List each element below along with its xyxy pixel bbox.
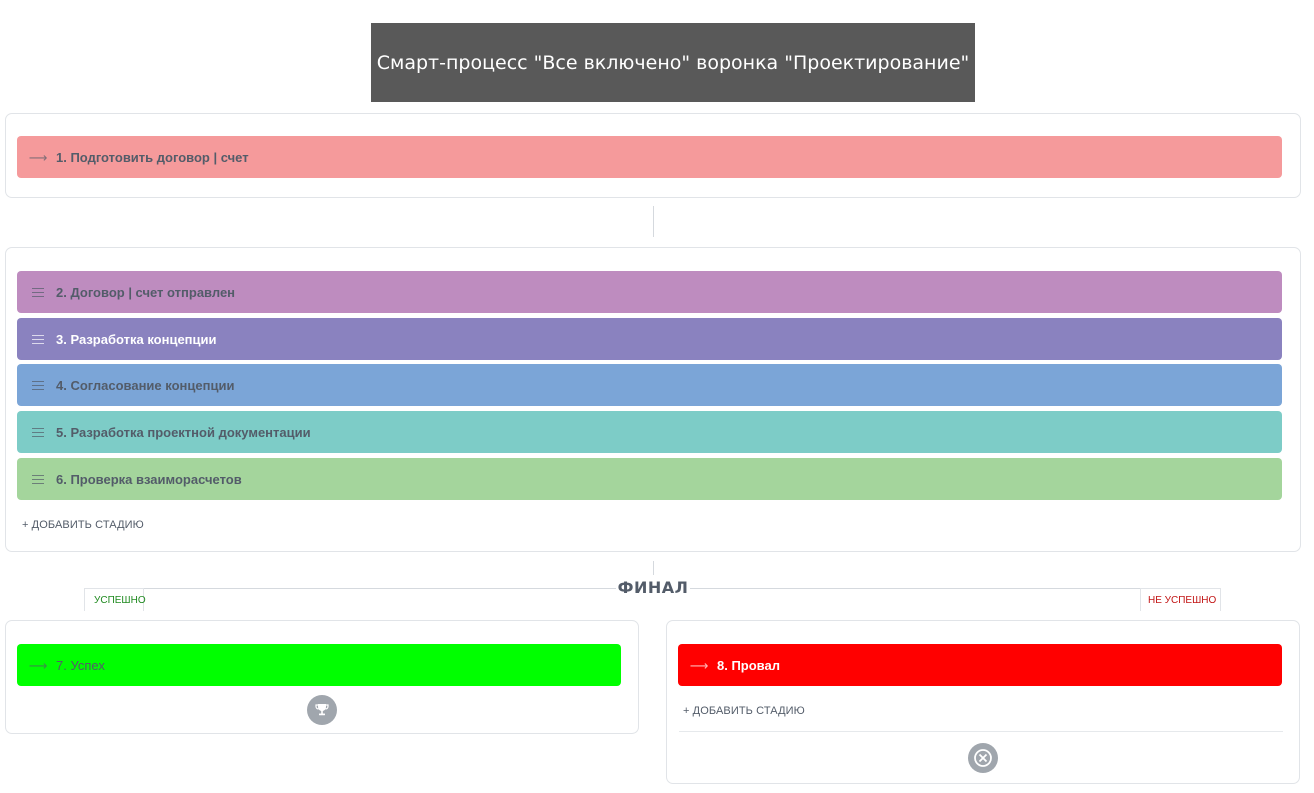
add-fail-stage-button[interactable]: + ДОБАВИТЬ СТАДИЮ [683,705,805,717]
drag-handle-icon[interactable] [31,474,45,484]
success-tab: УСПЕШНО [84,588,146,611]
stage-8[interactable]: ⟶ 8. Провал [678,644,1282,686]
stage-label: 7. Успех [56,657,105,673]
funnel-title: Смарт-процесс "Все включено" воронка "Пр… [371,23,975,102]
trophy-icon [307,695,337,725]
fail-panel: ⟶ 8. Провал + ДОБАВИТЬ СТАДИЮ [666,620,1300,784]
stage-label: 2. Договор | счет отправлен [56,284,236,300]
cross-circle-icon [968,743,998,773]
connector-line [653,561,654,575]
stage-3[interactable]: 3. Разработка концепции [17,318,1282,360]
first-stage-panel: ⟶ 1. Подготовить договор | счет [5,113,1301,198]
drag-handle-icon[interactable] [31,287,45,297]
stage-5[interactable]: 5. Разработка проектной документации [17,411,1282,453]
connector-line [653,206,654,237]
stage-label: 3. Разработка концепции [56,331,217,347]
stage-2[interactable]: 2. Договор | счет отправлен [17,271,1282,313]
drag-handle-icon[interactable] [31,334,45,344]
stage-label: 6. Проверка взаиморасчетов [56,471,242,487]
drag-handle-icon[interactable] [31,427,45,437]
stage-7[interactable]: ⟶ 7. Успех [17,644,621,686]
final-heading: ФИНАЛ [617,578,689,597]
stage-label: 5. Разработка проектной документации [56,424,311,440]
fail-tab: НЕ УСПЕШНО [1140,588,1221,611]
arrow-icon: ⟶ [28,657,48,673]
arrow-icon: ⟶ [689,657,709,673]
stage-label: 8. Провал [717,657,780,673]
stage-6[interactable]: 6. Проверка взаиморасчетов [17,458,1282,500]
success-panel: ⟶ 7. Успех [5,620,639,734]
fail-tab-label: НЕ УСПЕШНО [1148,594,1217,606]
success-tab-label: УСПЕШНО [94,594,146,606]
stage-4[interactable]: 4. Согласование концепции [17,364,1282,406]
stage-label: 1. Подготовить договор | счет [56,149,249,165]
stage-1[interactable]: ⟶ 1. Подготовить договор | счет [17,136,1282,178]
stages-panel: 2. Договор | счет отправлен 3. Разработк… [5,247,1301,552]
stage-label: 4. Согласование концепции [56,377,235,393]
add-stage-button[interactable]: + ДОБАВИТЬ СТАДИЮ [22,519,144,531]
final-divider-left [85,588,616,589]
fail-panel-divider [679,731,1283,732]
arrow-icon: ⟶ [28,149,48,165]
drag-handle-icon[interactable] [31,380,45,390]
